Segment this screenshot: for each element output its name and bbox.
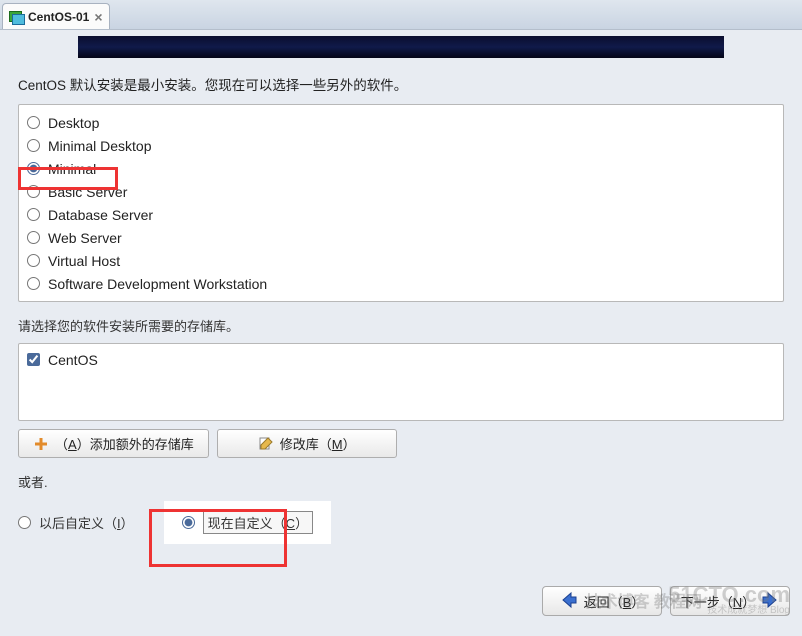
radio-web-server[interactable] bbox=[27, 231, 40, 244]
repo-list: CentOS bbox=[18, 343, 784, 421]
modify-repo-label: 修改库（M） bbox=[280, 434, 356, 453]
label-database-server: Database Server bbox=[48, 207, 153, 223]
label-desktop: Desktop bbox=[48, 115, 99, 131]
tab-title: CentOS-01 bbox=[28, 10, 89, 24]
option-database-server[interactable]: Database Server bbox=[21, 203, 781, 226]
close-icon[interactable]: × bbox=[94, 10, 102, 24]
label-basic-server: Basic Server bbox=[48, 184, 127, 200]
back-label: 返回（B） bbox=[584, 592, 645, 611]
customize-later[interactable]: 以后自定义（I） bbox=[18, 513, 134, 532]
install-options-list: Desktop Minimal Desktop Minimal Basic Se… bbox=[18, 104, 784, 302]
radio-virtual-host[interactable] bbox=[27, 254, 40, 267]
label-centos: CentOS bbox=[48, 352, 98, 368]
label-minimal-desktop: Minimal Desktop bbox=[48, 138, 151, 154]
vm-tab[interactable]: CentOS-01 × bbox=[2, 3, 110, 29]
customize-later-label: 以后自定义（I） bbox=[39, 513, 134, 532]
radio-database-server[interactable] bbox=[27, 208, 40, 221]
option-basic-server[interactable]: Basic Server bbox=[21, 180, 781, 203]
vm-icon bbox=[9, 10, 23, 24]
nav-buttons: 返回（B） 下一步（N） bbox=[542, 586, 790, 616]
back-button[interactable]: 返回（B） bbox=[542, 586, 662, 616]
customize-options: 以后自定义（I） 现在自定义（C） bbox=[18, 501, 784, 544]
repo-label: 请选择您的软件安装所需要的存储库。 bbox=[18, 316, 784, 335]
next-label: 下一步（N） bbox=[681, 592, 755, 611]
arrow-left-icon bbox=[560, 591, 578, 612]
centos-banner bbox=[78, 36, 724, 58]
radio-sdw[interactable] bbox=[27, 277, 40, 290]
radio-basic-server[interactable] bbox=[27, 185, 40, 198]
repo-centos[interactable]: CentOS bbox=[21, 348, 781, 371]
label-minimal: Minimal bbox=[48, 161, 96, 177]
installer-content: CentOS 默认安装是最小安装。您现在可以选择一些另外的软件。 Desktop… bbox=[0, 36, 802, 636]
option-virtual-host[interactable]: Virtual Host bbox=[21, 249, 781, 272]
label-web-server: Web Server bbox=[48, 230, 122, 246]
add-repo-button[interactable]: （A）添加额外的存储库 bbox=[18, 429, 209, 458]
radio-desktop[interactable] bbox=[27, 116, 40, 129]
radio-minimal[interactable] bbox=[27, 162, 40, 175]
edit-icon bbox=[258, 436, 274, 452]
radio-minimal-desktop[interactable] bbox=[27, 139, 40, 152]
next-button[interactable]: 下一步（N） bbox=[670, 586, 790, 616]
radio-customize-now[interactable] bbox=[182, 516, 195, 529]
label-sdw: Software Development Workstation bbox=[48, 276, 267, 292]
arrow-right-icon bbox=[761, 591, 779, 612]
checkbox-centos[interactable] bbox=[27, 353, 40, 366]
label-virtual-host: Virtual Host bbox=[48, 253, 120, 269]
add-repo-label: （A）添加额外的存储库 bbox=[55, 434, 194, 453]
or-label: 或者. bbox=[18, 472, 784, 491]
modify-repo-button[interactable]: 修改库（M） bbox=[217, 429, 397, 458]
repo-buttons: （A）添加额外的存储库 修改库（M） bbox=[18, 429, 784, 458]
option-sdw[interactable]: Software Development Workstation bbox=[21, 272, 781, 295]
install-description: CentOS 默认安装是最小安装。您现在可以选择一些另外的软件。 bbox=[18, 74, 784, 94]
plus-icon bbox=[33, 436, 49, 452]
option-web-server[interactable]: Web Server bbox=[21, 226, 781, 249]
option-minimal-desktop[interactable]: Minimal Desktop bbox=[21, 134, 781, 157]
option-minimal[interactable]: Minimal bbox=[21, 157, 781, 180]
customize-now-label: 现在自定义（C） bbox=[203, 511, 313, 534]
radio-customize-later[interactable] bbox=[18, 516, 31, 529]
option-desktop[interactable]: Desktop bbox=[21, 111, 781, 134]
customize-now[interactable]: 现在自定义（C） bbox=[164, 501, 331, 544]
tab-bar: CentOS-01 × bbox=[0, 0, 802, 30]
